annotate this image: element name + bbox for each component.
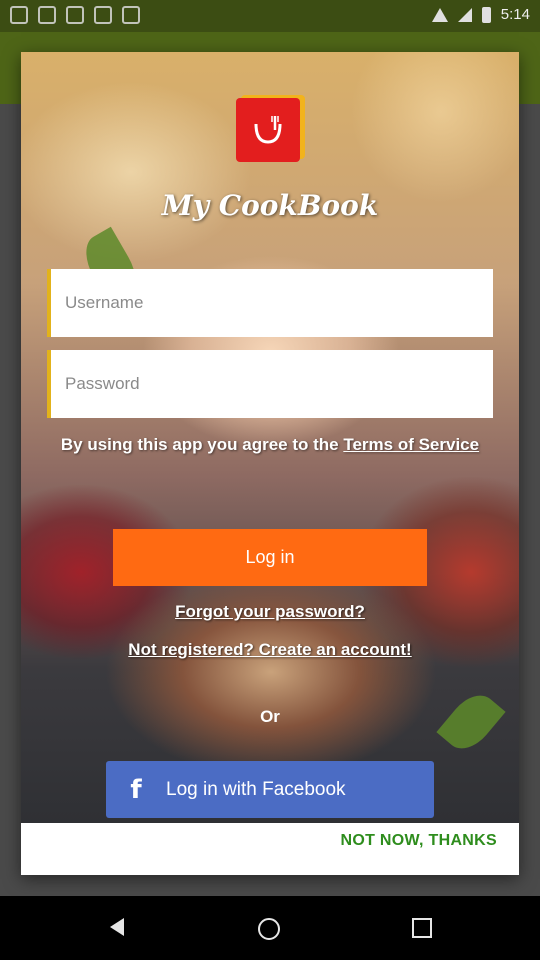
not-now-button[interactable]: NOT NOW, THANKS [341, 832, 498, 850]
badge-icon [66, 6, 84, 24]
image-icon [10, 6, 28, 24]
home-icon[interactable] [258, 918, 280, 940]
terms-of-service-link[interactable]: Terms of Service [343, 435, 479, 454]
status-time: 5:14 [500, 6, 530, 23]
recents-icon[interactable] [412, 918, 432, 938]
or-divider: Or [260, 707, 280, 726]
login-dialog: My CookBook Username Password By using t… [21, 52, 519, 875]
login-button[interactable]: Log in [113, 529, 427, 586]
facebook-login-button[interactable]: f Log in with Facebook [106, 761, 434, 818]
battery-icon [481, 6, 491, 23]
create-account-link[interactable]: Not registered? Create an account! [21, 640, 519, 660]
navigation-bar [0, 896, 540, 960]
password-placeholder: Password [65, 374, 140, 393]
terms-prefix: By using this app you agree to the [60, 435, 344, 454]
terms-text: By using this app you agree to the Terms… [51, 432, 489, 457]
back-icon[interactable] [110, 918, 124, 936]
shield-icon [94, 6, 112, 24]
wifi-icon [431, 7, 448, 22]
status-bar: 5:14 [0, 0, 540, 32]
username-placeholder: Username [65, 293, 144, 312]
facebook-button-label: Log in with Facebook [166, 778, 346, 800]
food-background-image: My CookBook Username Password By using t… [21, 52, 519, 823]
facebook-icon: f [130, 774, 142, 805]
signal-icon [457, 7, 472, 22]
forgot-password-link[interactable]: Forgot your password? [21, 602, 519, 622]
cloud-icon [122, 6, 140, 24]
password-field[interactable]: Password [47, 350, 493, 418]
app-title: My CookBook [161, 189, 379, 222]
game-icon [38, 6, 56, 24]
cookbook-logo-icon [236, 98, 300, 162]
username-field[interactable]: Username [47, 269, 493, 337]
